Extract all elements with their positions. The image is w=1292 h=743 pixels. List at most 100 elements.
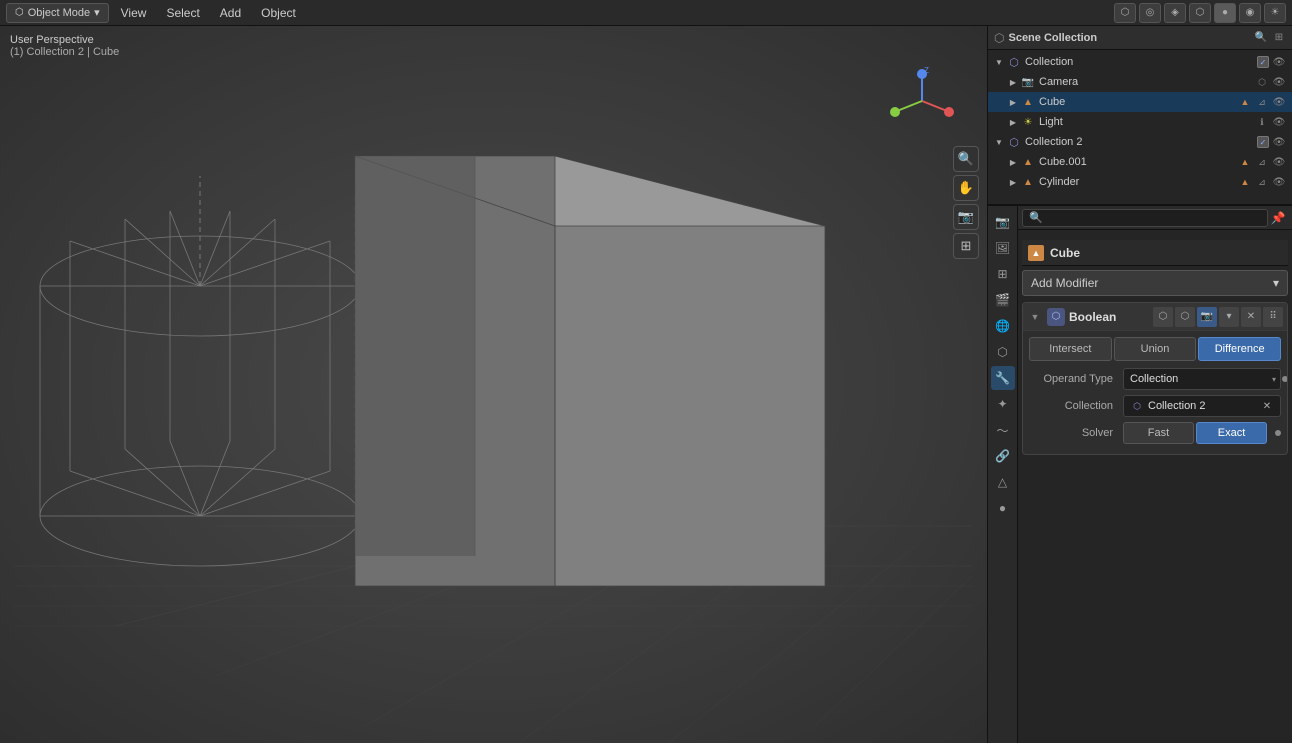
tree-item-cube001[interactable]: ▶ ▲ Cube.001 ▲ ⊿ 👁 [988,152,1292,172]
prop-scene-icon[interactable]: 🎬 [991,288,1015,312]
collection-vis-icons: 👁 [1257,55,1286,69]
prop-particles-icon[interactable]: ✦ [991,392,1015,416]
gizmo-toggle[interactable]: ⬡ [1114,3,1136,23]
viewport-shading-material[interactable]: ◉ [1239,3,1261,23]
tree-item-collection2[interactable]: ▼ ⬡ Collection 2 👁 [988,132,1292,152]
collection-checkbox[interactable] [1257,56,1269,68]
xray-toggle[interactable]: ◈ [1164,3,1186,23]
collection-icon: ⬡ [1006,54,1022,70]
tree-item-cylinder[interactable]: ▶ ▲ Cylinder ▲ ⊿ 👁 [988,172,1292,192]
outliner-filter-icon[interactable]: ⊞ [1272,31,1286,45]
collection2-label: Collection 2 [1022,136,1257,148]
mod-render-btn[interactable]: ⬡ [1175,307,1195,327]
mod-realtime-btn[interactable]: ⬡ [1153,307,1173,327]
outliner-search-icon[interactable]: 🔍 [1254,31,1268,45]
prop-output-icon[interactable]: 🖼 [991,236,1015,260]
prop-material-icon[interactable]: ● [991,496,1015,520]
prop-constraints-icon[interactable]: 🔗 [991,444,1015,468]
tree-arrow-cylinder[interactable]: ▶ [1006,175,1020,189]
op-intersect-button[interactable]: Intersect [1029,337,1112,361]
camera-button[interactable]: 📷 [953,204,979,230]
cube001-filter-icon[interactable]: ⊿ [1255,155,1269,169]
prop-world-icon[interactable]: 🌐 [991,314,1015,338]
cube001-eye-icon[interactable]: 👁 [1272,155,1286,169]
tree-item-collection[interactable]: ▼ ⬡ Collection 👁 [988,52,1292,72]
menu-add[interactable]: Add [212,4,249,22]
modifier-expand-button[interactable]: ▼ [1027,309,1043,325]
tree-arrow-collection[interactable]: ▼ [992,55,1006,69]
prop-obj-icon: ▲ [1028,245,1044,261]
object-mode-button[interactable]: ⬡ Object Mode ▾ [6,3,109,23]
collection-field-value: Collection 2 [1148,400,1205,412]
menu-view[interactable]: View [113,4,155,22]
camera-restrict-icon[interactable]: ⬡ [1255,75,1269,89]
operand-type-row: Operand Type Collection ▾ [1029,367,1281,391]
modifier-body: Intersect Union Difference [1023,331,1287,454]
cube-eye-icon[interactable]: 👁 [1272,95,1286,109]
tree-item-cube[interactable]: ▶ ▲ Cube ▲ ⊿ 👁 [988,92,1292,112]
outliner-title: Scene Collection [1008,32,1250,44]
collection-clear-button[interactable]: ✕ [1260,399,1274,413]
prop-data-icon[interactable]: △ [991,470,1015,494]
tree-arrow-camera[interactable]: ▶ [1006,75,1020,89]
zoom-in-button[interactable]: 🔍 [953,146,979,172]
tree-arrow-cube[interactable]: ▶ [1006,95,1020,109]
properties-search-input[interactable] [1022,209,1268,227]
camera-vis-icons: ⬡ 👁 [1255,75,1286,89]
collection2-checkbox[interactable] [1257,136,1269,148]
pan-button[interactable]: ✋ [953,175,979,201]
collection-row: Collection ⬡ Collection 2 ✕ [1029,394,1281,418]
grid-button[interactable]: ⊞ [953,233,979,259]
op-union-button[interactable]: Union [1114,337,1197,361]
mod-camera-btn[interactable]: 📷 [1197,307,1217,327]
cube-filter-icon[interactable]: ⊿ [1255,95,1269,109]
mod-handle[interactable]: ⠿ [1263,307,1283,327]
overlay-toggle[interactable]: ◎ [1139,3,1161,23]
viewport-3d[interactable]: User Perspective (1) Collection 2 | Cube… [0,26,987,743]
tree-item-camera[interactable]: ▶ 📷 Camera ⬡ 👁 [988,72,1292,92]
collection-field[interactable]: ⬡ Collection 2 ✕ [1123,395,1281,417]
viewport-info: User Perspective (1) Collection 2 | Cube [10,34,119,58]
collection2-eye-icon[interactable]: 👁 [1272,135,1286,149]
menu-object[interactable]: Object [253,4,304,22]
tree-item-light[interactable]: ▶ ☀ Light ℹ 👁 [988,112,1292,132]
op-difference-button[interactable]: Difference [1198,337,1281,361]
menu-select[interactable]: Select [158,4,207,22]
add-modifier-label: Add Modifier [1031,276,1098,290]
top-menu-bar: ⬡ Object Mode ▾ View Select Add Object ⬡… [0,0,1292,26]
cube001-restrict-icon[interactable]: ▲ [1238,155,1252,169]
pin-icon[interactable]: 📌 [1268,208,1288,228]
operand-type-dropdown[interactable]: Collection ▾ [1123,368,1281,390]
cube-label: Cube [1036,96,1238,108]
solver-exact-button[interactable]: Exact [1196,422,1267,444]
mod-dropdown-btn[interactable]: ▾ [1219,307,1239,327]
camera-eye-icon[interactable]: 👁 [1272,75,1286,89]
mod-close-btn[interactable]: ✕ [1241,307,1261,327]
prop-object-icon[interactable]: ⬡ [991,340,1015,364]
cube-restrict-icon[interactable]: ▲ [1238,95,1252,109]
light-info-icon[interactable]: ℹ [1255,115,1269,129]
operand-type-chevron: ▾ [1272,375,1276,384]
collection-eye-icon[interactable]: 👁 [1272,55,1286,69]
viewport-shading-wire[interactable]: ⬡ [1189,3,1211,23]
viewport-controls: 🔍 ✋ 📷 ⊞ [953,146,979,259]
operand-type-label: Operand Type [1029,373,1119,385]
cylinder-restrict-icon[interactable]: ▲ [1238,175,1252,189]
tree-arrow-cube001[interactable]: ▶ [1006,155,1020,169]
outliner-header: ⬡ Scene Collection 🔍 ⊞ [988,26,1292,50]
light-eye-icon[interactable]: 👁 [1272,115,1286,129]
viewport-shading-render[interactable]: ☀ [1264,3,1286,23]
tree-arrow-collection2[interactable]: ▼ [992,135,1006,149]
prop-viewlayer-icon[interactable]: ⊞ [991,262,1015,286]
prop-render-icon[interactable]: 📷 [991,210,1015,234]
tree-arrow-light[interactable]: ▶ [1006,115,1020,129]
prop-physics-icon[interactable]: 〜 [991,418,1015,442]
viewport-object-label: (1) Collection 2 | Cube [10,46,119,58]
cylinder-filter-icon[interactable]: ⊿ [1255,175,1269,189]
orientation-gizmo[interactable]: Z X Y [887,66,957,136]
solver-fast-button[interactable]: Fast [1123,422,1194,444]
prop-modifier-icon[interactable]: 🔧 [991,366,1015,390]
add-modifier-button[interactable]: Add Modifier ▾ [1022,270,1288,296]
viewport-shading-solid[interactable]: ● [1214,3,1236,23]
cylinder-eye-icon[interactable]: 👁 [1272,175,1286,189]
